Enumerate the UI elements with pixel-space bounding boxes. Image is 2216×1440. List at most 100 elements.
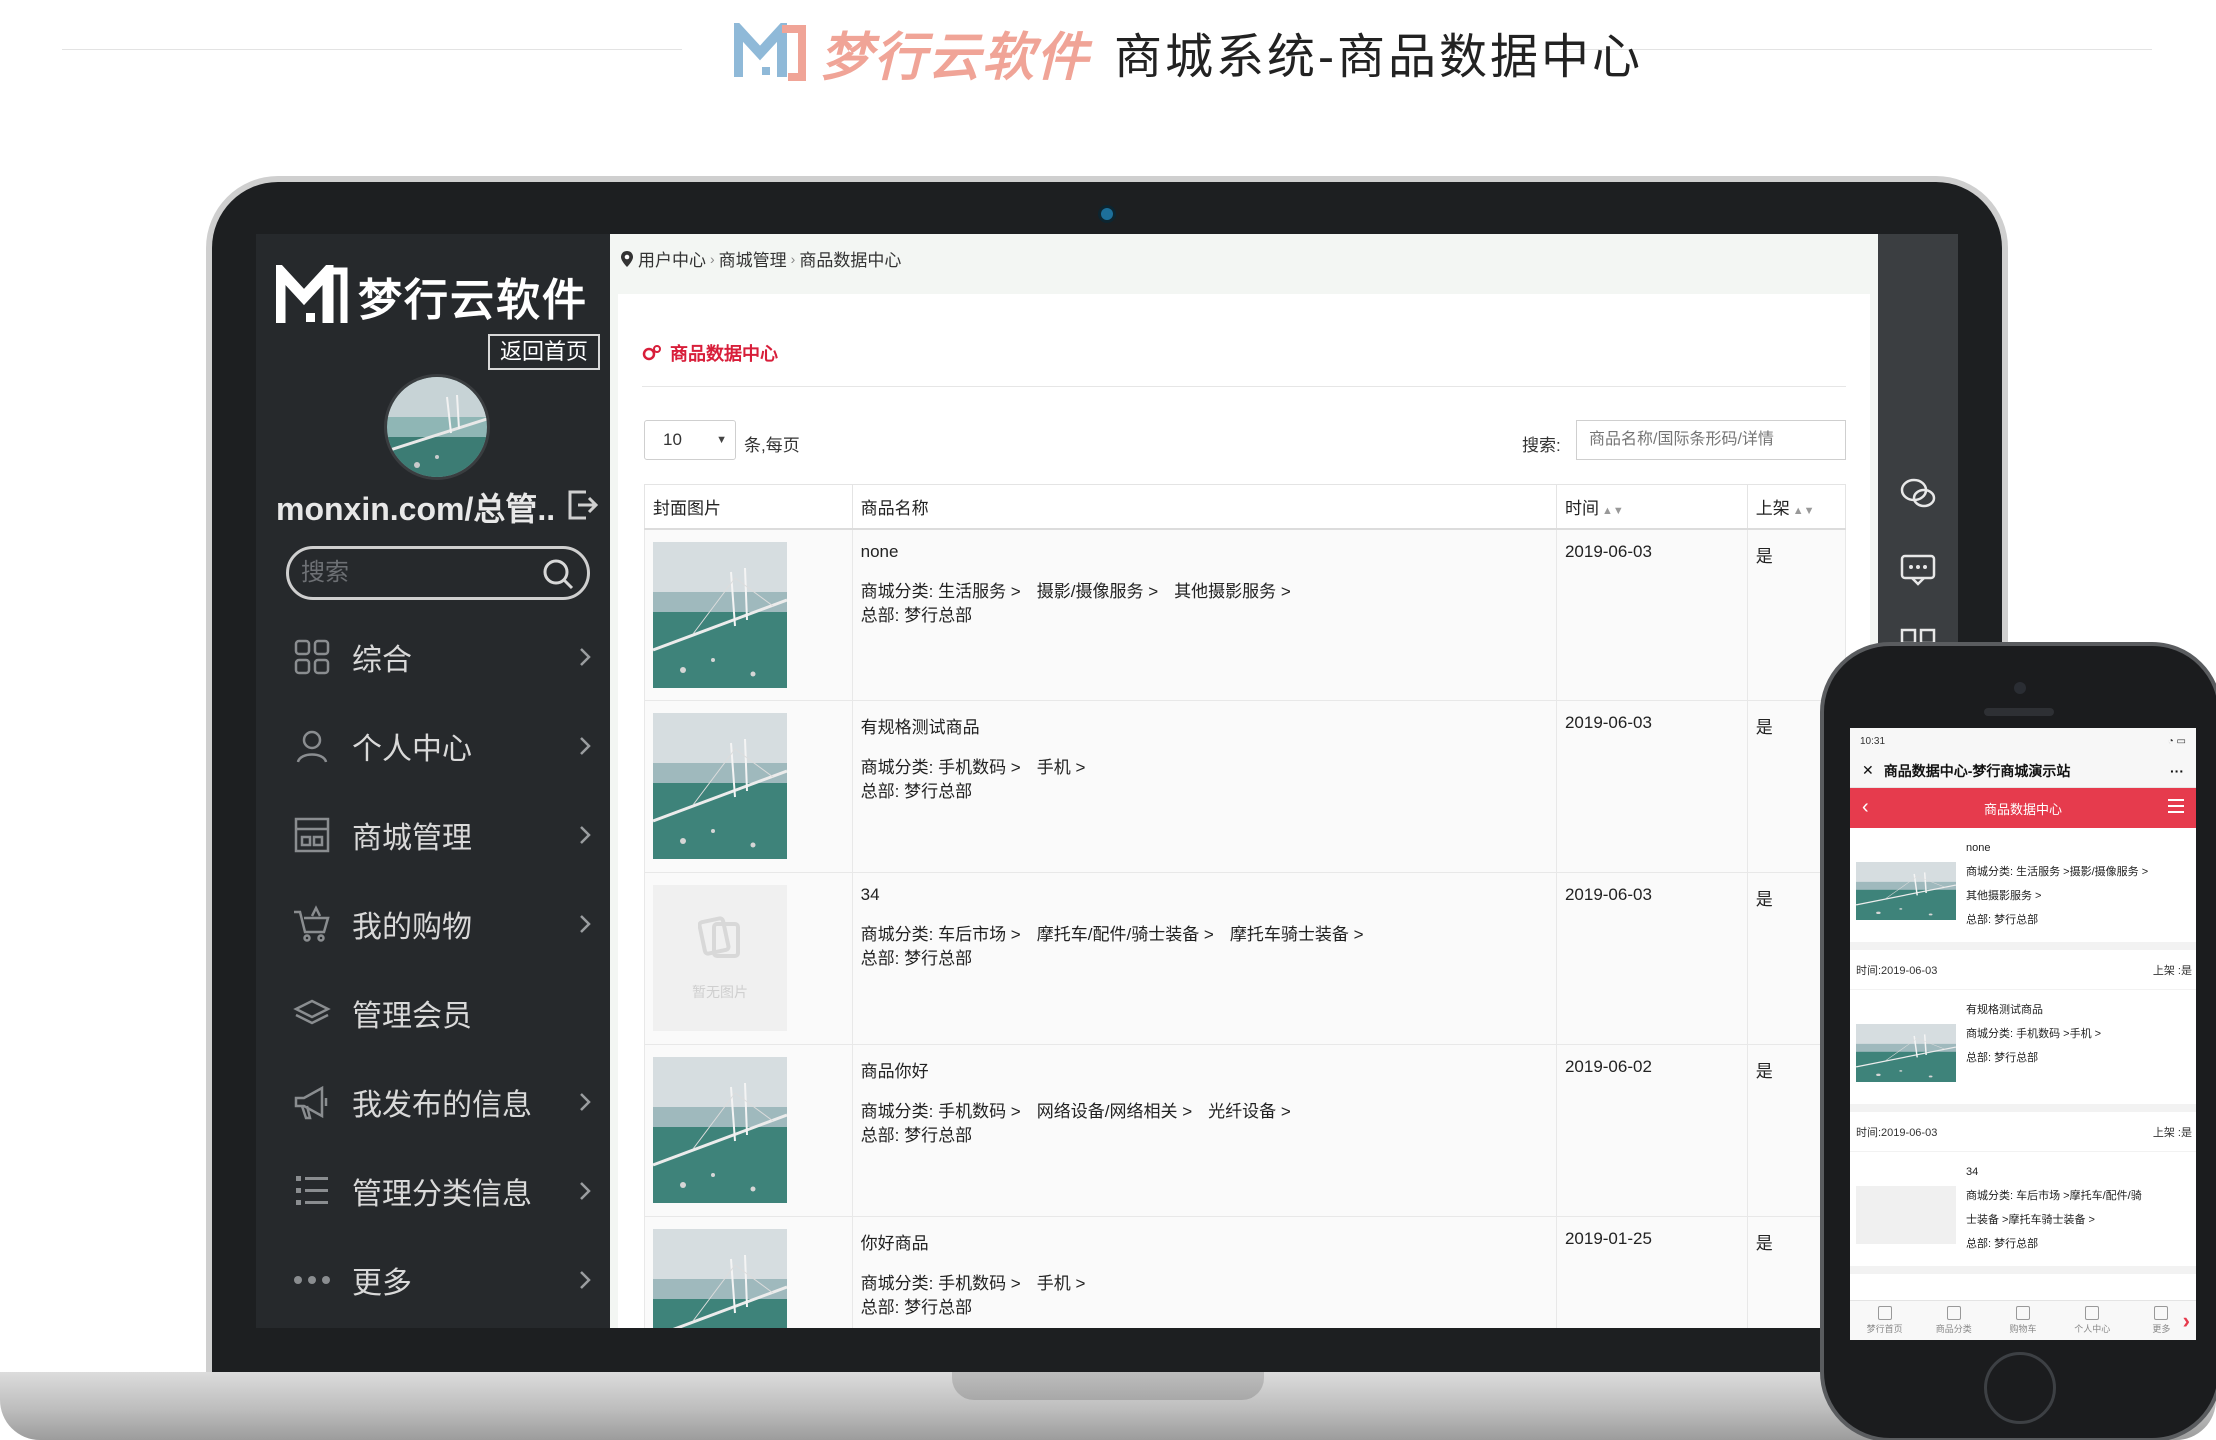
name-cell: 你好商品 商城分类: 手机数码 > 手机 > 总部: 梦行总部 — [851, 1216, 1557, 1328]
cart-icon — [2016, 1306, 2030, 1320]
column-header-sortable[interactable]: 上架 ▲▼ — [1746, 484, 1847, 530]
back-icon[interactable]: ‹ — [1862, 796, 1869, 819]
sidebar-item-general[interactable]: 综合 — [256, 612, 610, 701]
product-thumbnail[interactable] — [653, 1229, 787, 1328]
sidebar-item-more[interactable]: 更多 — [256, 1235, 610, 1324]
date-cell: 2019-06-03 — [1555, 528, 1748, 701]
product-thumbnail[interactable] — [653, 713, 787, 859]
brand-logo-icon — [734, 23, 806, 81]
phone-home-button[interactable] — [1984, 1352, 2056, 1424]
tab-cart[interactable]: 购物车 — [1988, 1301, 2057, 1340]
sidebar-item-posts[interactable]: 我发布的信息 — [256, 1057, 610, 1146]
sidebar-item-shopping[interactable]: 我的购物 — [256, 879, 610, 968]
sidebar-item-members[interactable]: 管理会员 — [256, 968, 610, 1057]
header-rule-right — [1560, 49, 2152, 50]
tab-categories[interactable]: 商品分类 — [1919, 1301, 1988, 1340]
category-path: 商城分类: 手机数码 > 手机 > — [861, 1272, 1548, 1296]
category-link[interactable]: 网络设备/网络相关 > — [1037, 1102, 1192, 1121]
search-input[interactable] — [1576, 420, 1846, 460]
wechat-icon[interactable] — [1898, 474, 1938, 514]
product-thumbnail — [1856, 862, 1956, 920]
breadcrumb-item[interactable]: 商城管理 — [719, 246, 787, 271]
dropdown-arrow-icon: ▼ — [716, 434, 727, 446]
category-link[interactable]: 手机 > — [1037, 1274, 1086, 1293]
table-row[interactable]: 暂无图片 34 商城分类: 车后市场 > 摩托车/配件/骑士装备 > 摩托车骑士装备 >… — [644, 872, 1847, 1045]
phone-list: none 商城分类: 生活服务 >摄影/摄像服务 > 其他摄影服务 > 总部: 梦行总… — [1850, 828, 2196, 1274]
logout-icon[interactable] — [566, 488, 600, 522]
avatar[interactable] — [384, 374, 490, 480]
sidebar-item-mall[interactable]: 商城管理 — [256, 790, 610, 879]
no-image-placeholder: 暂无图片 — [653, 885, 787, 1031]
category-link[interactable]: 摩托车/配件/骑士装备 > — [1037, 925, 1214, 944]
product-name[interactable]: none — [861, 542, 1548, 562]
sidebar-search-input[interactable] — [301, 557, 541, 589]
list-item[interactable]: 有规格测试商品 商城分类: 手机数码 >手机 > 总部: 梦行总部 — [1850, 990, 2196, 1112]
category-link[interactable]: 商城分类: 生活服务 > — [861, 582, 1021, 601]
more-menu-button[interactable]: ··· — [2170, 763, 2184, 779]
table-row[interactable]: 有规格测试商品 商城分类: 手机数码 > 手机 > 总部: 梦行总部 2019-06-0… — [644, 700, 1847, 873]
chat-icon[interactable] — [1898, 550, 1938, 590]
product-name[interactable]: 34 — [861, 885, 1548, 905]
list-item[interactable]: none 商城分类: 生活服务 >摄影/摄像服务 > 其他摄影服务 > 总部: 梦行总… — [1850, 828, 2196, 950]
tab-home[interactable]: 梦行首页 — [1850, 1301, 1919, 1340]
home-icon — [1877, 1306, 1892, 1320]
category-link[interactable]: 光纤设备 > — [1208, 1102, 1291, 1121]
list-icon — [296, 1175, 328, 1205]
status-bar: 10:31 ◔ ▭ — [1850, 728, 2196, 754]
column-header-sortable[interactable]: 时间 ▲▼ — [1555, 484, 1748, 530]
laptop-notch — [952, 1372, 1264, 1400]
chevron-right-icon[interactable]: › — [2183, 1308, 2190, 1334]
table-row[interactable]: 商品你好 商城分类: 手机数码 > 网络设备/网络相关 > 光纤设备 > 总部: 梦行总… — [644, 1044, 1847, 1217]
category-path: 商城分类: 生活服务 > 摄影/摄像服务 > 其他摄影服务 > — [861, 580, 1548, 604]
product-name[interactable]: 有规格测试商品 — [861, 713, 1548, 738]
category-path: 商城分类: 手机数码 > 手机 > — [861, 756, 1548, 780]
product-name[interactable]: 商品你好 — [861, 1057, 1548, 1082]
category-path: 商城分类: 手机数码 > 网络设备/网络相关 > 光纤设备 > — [861, 1100, 1548, 1124]
category-path: 商城分类: 车后市场 > 摩托车/配件/骑士装备 > 摩托车骑士装备 > — [861, 923, 1548, 947]
cover-cell — [644, 700, 853, 873]
avatar-image — [387, 377, 487, 477]
search-icon[interactable] — [541, 557, 575, 591]
cart-icon — [294, 904, 330, 942]
category-link[interactable]: 手机 > — [1037, 758, 1086, 777]
category-link[interactable]: 商城分类: 手机数码 > — [861, 1274, 1021, 1293]
list-icon — [1946, 1306, 1961, 1320]
category-link[interactable]: 商城分类: 手机数码 > — [861, 758, 1021, 777]
cover-cell: 暂无图片 — [644, 872, 853, 1045]
category-link[interactable]: 摩托车骑士装备 > — [1230, 925, 1364, 944]
location-pin-icon — [621, 250, 633, 267]
category-link[interactable]: 其他摄影服务 > — [1174, 582, 1291, 601]
category-link[interactable]: 摄影/摄像服务 > — [1037, 582, 1158, 601]
list-item[interactable]: 34 商城分类: 车后市场 >摩托车/配件/骑 士装备 >摩托车骑士装备 > 总部: … — [1850, 1152, 2196, 1274]
page-size-select[interactable]: 10 ▼ — [644, 420, 736, 460]
product-thumbnail[interactable] — [653, 1057, 787, 1203]
sidebar-item-classified[interactable]: 管理分类信息 — [256, 1146, 610, 1235]
date-cell: 2019-06-02 — [1555, 1044, 1748, 1217]
product-name[interactable]: 你好商品 — [861, 1229, 1548, 1254]
date-cell: 2019-06-03 — [1555, 872, 1748, 1045]
item-meta: 时间:2019-06-03 上架 :是 — [1850, 1112, 2196, 1152]
content-card: 商品数据中心 10 ▼ 条,每页 搜索: 封面图片 商品名称 — [618, 294, 1870, 1328]
product-thumbnail[interactable] — [653, 541, 787, 688]
chevron-right-icon — [580, 1092, 591, 1111]
close-icon[interactable]: ✕ — [1862, 762, 1874, 779]
header-brand: 梦行云软件 — [820, 28, 1091, 87]
gears-icon — [642, 345, 661, 361]
breadcrumb-item[interactable]: 用户中心 — [638, 246, 706, 271]
category-link[interactable]: 商城分类: 车后市场 > — [861, 925, 1021, 944]
header-title: 商城系统-商品数据中心 — [1114, 31, 1644, 84]
home-button[interactable]: 返回首页 — [488, 334, 600, 370]
sidebar-item-personal[interactable]: 个人中心 — [256, 701, 610, 790]
sidebar-logo[interactable]: 梦行云软件 — [276, 264, 588, 328]
tab-profile[interactable]: 个人中心 — [2058, 1301, 2127, 1340]
table-row[interactable]: 你好商品 商城分类: 手机数码 > 手机 > 总部: 梦行总部 2019-01-25 是 — [644, 1216, 1847, 1328]
phone-header: ‹ 商品数据中心 — [1850, 788, 2196, 828]
sidebar-item-label: 我发布的信息 — [352, 1088, 532, 1122]
breadcrumb-item: 商品数据中心 — [799, 251, 902, 270]
name-cell: 34 商城分类: 车后市场 > 摩托车/配件/骑士装备 > 摩托车骑士装备 > 总部: … — [851, 872, 1557, 1045]
hamburger-icon[interactable] — [2166, 796, 2186, 816]
category-link[interactable]: 商城分类: 手机数码 > — [861, 1102, 1021, 1121]
user-icon — [2085, 1306, 2100, 1320]
table-row[interactable]: none 商城分类: 生活服务 > 摄影/摄像服务 > 其他摄影服务 > 总部: 梦行总… — [644, 528, 1847, 701]
chevron-right-icon — [580, 1270, 591, 1289]
